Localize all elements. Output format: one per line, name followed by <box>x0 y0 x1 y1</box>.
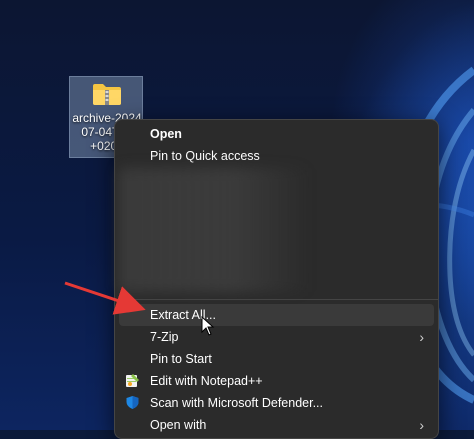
context-menu: Open Pin to Quick access Extract All... … <box>114 119 439 439</box>
menu-item-label: Edit with Notepad++ <box>150 374 263 388</box>
chevron-right-icon: › <box>419 329 424 345</box>
zip-folder-icon <box>93 84 121 105</box>
menu-item-pin-to-start[interactable]: Pin to Start <box>119 348 434 370</box>
menu-item-label: 7-Zip <box>150 330 179 344</box>
menu-item-label: Pin to Quick access <box>150 149 260 163</box>
menu-item-label: Pin to Start <box>150 352 212 366</box>
menu-item-label: Open with <box>150 418 207 432</box>
chevron-right-icon: › <box>419 417 424 433</box>
menu-item-pin-quick-access[interactable]: Pin to Quick access <box>119 145 434 167</box>
notepad-plus-plus-icon <box>126 374 139 387</box>
menu-item-label: Scan with Microsoft Defender... <box>150 396 323 410</box>
defender-shield-icon <box>126 396 139 409</box>
mouse-cursor-icon <box>201 316 215 336</box>
menu-item-edit-notepad[interactable]: Edit with Notepad++ <box>119 370 434 392</box>
menu-item-label: Open <box>150 127 182 141</box>
menu-divider <box>115 299 438 300</box>
blurred-menu-items <box>119 168 309 292</box>
menu-item-scan-defender[interactable]: Scan with Microsoft Defender... <box>119 392 434 414</box>
menu-item-7zip[interactable]: 7-Zip › <box>119 326 434 348</box>
menu-item-extract-all[interactable]: Extract All... <box>119 304 434 326</box>
menu-item-open-with[interactable]: Open with › <box>119 414 434 436</box>
menu-item-open[interactable]: Open <box>119 123 434 145</box>
